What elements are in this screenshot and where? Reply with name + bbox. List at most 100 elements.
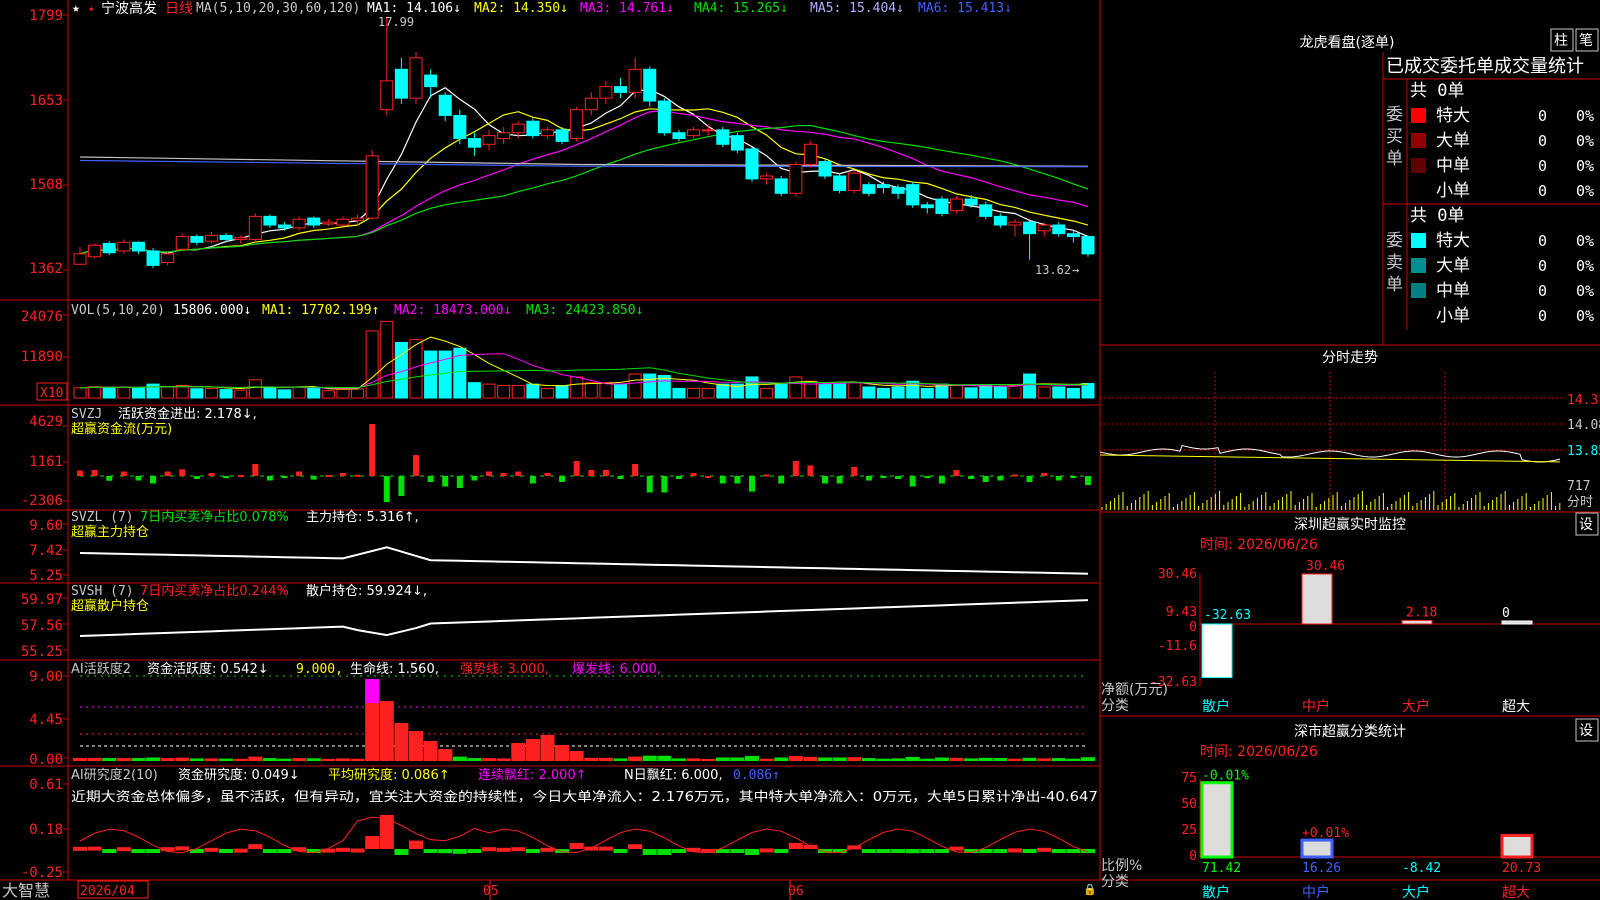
monitor-y-axis: 30.46 9.43 0 -11.6 -32.63 [1150, 567, 1197, 690]
candle-body [979, 204, 993, 217]
ai2-bar [175, 846, 190, 851]
low-price-label: 13.62 [1035, 263, 1071, 277]
classify-settings-label[interactable]: 设 [1579, 723, 1593, 739]
monitor-bar-label: 2.18 [1406, 605, 1437, 620]
row-value: 0 [1538, 132, 1547, 150]
candle-body [394, 68, 408, 99]
svsh-subtitle: 超赢散户持仓 [71, 598, 149, 614]
svzj-bar [442, 476, 449, 487]
svzj-bar [719, 476, 726, 484]
volume-bar [1037, 386, 1051, 399]
ai1-bar [949, 757, 964, 761]
svzj-bar [266, 476, 273, 481]
candle-body [599, 86, 613, 99]
candle-body [716, 129, 730, 145]
y-tick: 55.25 [21, 644, 63, 660]
volume-bar [204, 387, 218, 399]
row-value: 0 [1538, 232, 1547, 250]
buy-count: 共 0单 [1410, 81, 1464, 101]
volume-bar [818, 383, 832, 399]
high-price-label: 17.99 [378, 15, 414, 29]
vol-unit[interactable]: X10 [40, 386, 63, 401]
svzj-y-axis: 4629 1161 -2306 [21, 414, 63, 509]
monitor-title: 深圳超赢实时监控 [1294, 516, 1406, 533]
sell-label-2: 卖 [1386, 253, 1403, 273]
volume-bar [175, 385, 189, 399]
candle-body [906, 184, 920, 206]
buy-label-1: 委 [1386, 105, 1403, 125]
ai1-bar [525, 739, 540, 761]
stock-chart[interactable]: -32.63 30.46 2.18 0 71.42 -0.01% 16.26 +0.01% -… [0, 0, 1600, 900]
ai1-bar [292, 758, 307, 761]
ai1-bar [379, 701, 394, 761]
ai1-burst: 爆发线: 6.000, [572, 661, 661, 677]
row-name: 特大 [1436, 106, 1470, 126]
ai2-bar [350, 848, 365, 853]
ma2-value: MA2: 14.350↓ [474, 1, 568, 16]
bar-mode-label[interactable]: 柱 [1554, 33, 1568, 49]
svzj-bar [953, 470, 960, 476]
ai2-bar [379, 815, 394, 849]
svsh-line-path [79, 599, 1089, 637]
svzj-bar [252, 464, 259, 476]
monitor-settings-label[interactable]: 设 [1579, 517, 1593, 533]
star-icon: ★ [72, 1, 80, 16]
ai1-bars [73, 675, 1095, 761]
ai1-bar [160, 758, 175, 761]
volume-bar [161, 386, 175, 399]
y-tick: 1362 [29, 261, 63, 277]
ai2-bar [467, 849, 482, 853]
sell-count: 共 0单 [1410, 206, 1464, 226]
y-tick: 1653 [29, 93, 63, 109]
ma-header: MA(5,10,20,30,60,120) [196, 1, 360, 16]
ai1-bar [1007, 758, 1022, 761]
svzj-bar [1070, 476, 1077, 478]
ai2-bar [204, 847, 219, 852]
cat-label: 中户 [1302, 698, 1330, 715]
candle-body [1081, 236, 1095, 255]
ai2-bar [920, 849, 935, 853]
ai1-bar [116, 758, 131, 761]
volume-bar [643, 373, 657, 399]
ma5-line [79, 87, 1089, 255]
svzj-bar [91, 470, 98, 476]
volume-bar [876, 387, 890, 399]
svzj-subtitle: 超赢资金流(万元) [71, 421, 172, 437]
row-value: 0 [1538, 307, 1547, 325]
ai1-burst-bar [365, 679, 380, 703]
svzj-bar [208, 473, 215, 476]
ai1-bar [628, 756, 643, 761]
volume-bar [467, 382, 481, 399]
svzj-bar [573, 461, 580, 476]
candle-body [701, 129, 715, 132]
cat-label: 大户 [1402, 698, 1430, 715]
candle-body [102, 242, 116, 254]
svsh-value: 散户持仓: 59.924↓, [306, 583, 427, 599]
dragon-title: 龙虎看盘(逐单) [1300, 34, 1395, 51]
ai2-note: 近期大资金总体偏多，虽不活跃，但有异动，宜关注大资金的持续性，今日大单净流入：2… [71, 788, 1098, 805]
svzj-bar [1085, 476, 1091, 485]
ai1-bar [847, 757, 862, 761]
ai1-bar [555, 745, 570, 761]
ai1-bar [686, 758, 701, 761]
classify-time: 时间: 2026/06/26 [1200, 744, 1318, 760]
ai1-bar [1051, 758, 1066, 761]
monitor-bar [1401, 619, 1433, 625]
y-tick: -0.25 [21, 865, 63, 881]
date-label-1: 2026/04 [80, 884, 135, 899]
ai1-bar [657, 755, 672, 761]
tick-mode-label[interactable]: 笔 [1579, 33, 1593, 49]
volume-bar [862, 386, 876, 399]
classify-value-label: -8.42 [1402, 861, 1441, 876]
ai2-consecutive: 连续飘红: 2.000↑ [478, 767, 587, 783]
ai1-bar [598, 757, 613, 761]
svzj-bar [588, 470, 595, 476]
y-tick: -11.6 [1158, 639, 1197, 654]
volume-bar [497, 385, 511, 399]
row-name: 小单 [1436, 181, 1470, 201]
svzj-bar [456, 476, 463, 488]
candle-body [526, 120, 540, 137]
ai1-bar [905, 756, 920, 761]
candle-body [891, 187, 905, 194]
volume-bar [584, 382, 598, 399]
